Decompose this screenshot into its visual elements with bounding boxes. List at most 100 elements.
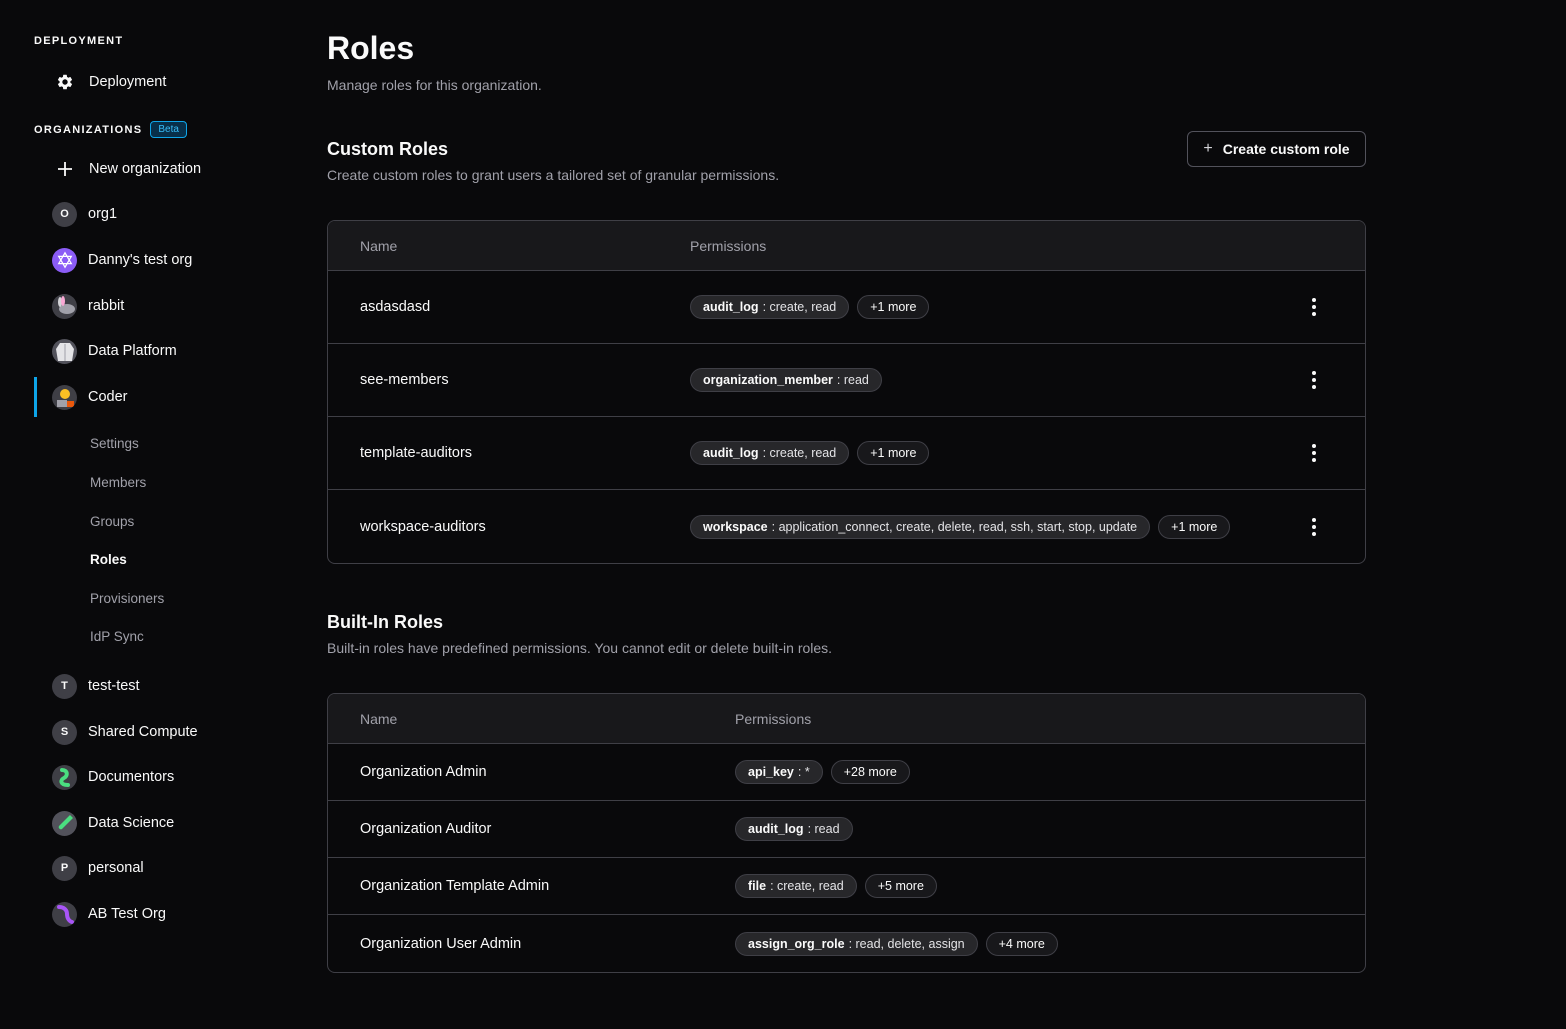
new-organization-label: New organization bbox=[89, 161, 202, 177]
plus-icon bbox=[52, 156, 78, 182]
permission-actions: : create, read bbox=[762, 300, 837, 314]
permission-actions: : read bbox=[836, 373, 869, 387]
sidebar-item-shared-compute[interactable]: S Shared Compute bbox=[34, 712, 284, 752]
sidebar-item-ab-test-org[interactable]: AB Test Org bbox=[34, 894, 284, 934]
worm-icon bbox=[52, 901, 77, 927]
permissions-cell: file: create, read +5 more bbox=[735, 874, 937, 898]
header-name: Name bbox=[360, 237, 398, 254]
org-name: Coder bbox=[88, 389, 128, 405]
permission-actions: : read bbox=[807, 822, 840, 836]
sidebar-subitem-settings[interactable]: Settings bbox=[90, 436, 139, 451]
more-permissions-pill[interactable]: +28 more bbox=[830, 760, 910, 784]
org-name: rabbit bbox=[88, 298, 125, 314]
header-name: Name bbox=[360, 710, 398, 727]
deployment-label: Deployment bbox=[89, 74, 167, 90]
org-name: Shared Compute bbox=[88, 724, 198, 740]
permission-resource: assign_org_role bbox=[748, 936, 845, 951]
new-organization-button[interactable]: New organization bbox=[34, 149, 284, 189]
role-name: Organization Admin bbox=[360, 764, 487, 780]
header-permissions: Permissions bbox=[735, 710, 812, 727]
table-row[interactable]: Organization Auditor audit_log: read bbox=[328, 801, 1365, 858]
custom-roles-description: Create custom roles to grant users a tai… bbox=[327, 167, 780, 183]
org-name: Danny's test org bbox=[88, 252, 193, 268]
builtin-roles-table: Name Permissions Organization Admin api_… bbox=[327, 693, 1366, 973]
more-permissions-pill[interactable]: +1 more bbox=[1158, 514, 1231, 539]
sidebar-item-deployment[interactable]: Deployment bbox=[34, 62, 284, 102]
table-header: Name Permissions bbox=[328, 221, 1365, 271]
create-custom-role-button[interactable]: + Create custom role bbox=[1187, 131, 1366, 167]
sidebar-subitem-members[interactable]: Members bbox=[90, 475, 146, 490]
role-name: Organization Auditor bbox=[360, 821, 492, 837]
table-row[interactable]: Organization Admin api_key: * +28 more bbox=[328, 744, 1365, 801]
lab-coat-icon bbox=[52, 338, 77, 364]
organizations-label: ORGANIZATIONS bbox=[34, 123, 143, 136]
permission-actions: : read, delete, assign bbox=[848, 936, 965, 951]
more-options-icon[interactable] bbox=[1304, 368, 1324, 392]
org-name: org1 bbox=[88, 206, 118, 222]
sidebar-item-documentors[interactable]: Documentors bbox=[34, 757, 284, 797]
more-options-icon[interactable] bbox=[1304, 295, 1324, 319]
sidebar-item-test-test[interactable]: T test-test bbox=[34, 666, 284, 706]
deployment-section-label: DEPLOYMENT bbox=[34, 35, 123, 47]
permission-resource: audit_log bbox=[748, 822, 804, 836]
more-permissions-pill[interactable]: +4 more bbox=[985, 931, 1058, 956]
table-row[interactable]: see-members organization_member: read bbox=[328, 344, 1365, 417]
permission-actions: : application_connect, create, delete, r… bbox=[771, 519, 1138, 534]
permissions-cell: audit_log: create, read +1 more bbox=[690, 441, 930, 465]
sidebar-subitem-provisioners[interactable]: Provisioners bbox=[90, 591, 164, 606]
sidebar-subitem-groups[interactable]: Groups bbox=[90, 514, 134, 529]
table-row[interactable]: Organization User Admin assign_org_role:… bbox=[328, 915, 1365, 972]
sidebar-item-coder[interactable]: Coder bbox=[34, 377, 284, 417]
create-custom-role-label: Create custom role bbox=[1222, 141, 1350, 157]
organizations-section-label: ORGANIZATIONS Beta bbox=[34, 121, 187, 138]
org-avatar: P bbox=[52, 855, 77, 881]
permission-actions: : create, read bbox=[762, 446, 837, 460]
permission-resource: api_key bbox=[748, 765, 794, 779]
permission-resource: organization_member bbox=[703, 373, 833, 387]
test-tube-icon bbox=[52, 810, 77, 836]
more-permissions-pill[interactable]: +5 more bbox=[864, 874, 937, 898]
table-header: Name Permissions bbox=[328, 694, 1365, 744]
permission-pill: audit_log: read bbox=[735, 817, 853, 841]
rabbit-icon bbox=[52, 293, 77, 319]
technologist-icon bbox=[52, 384, 77, 410]
role-name: Organization User Admin bbox=[360, 935, 522, 952]
sidebar-item-org1[interactable]: O org1 bbox=[34, 194, 284, 234]
deployment-label: DEPLOYMENT bbox=[34, 35, 124, 47]
org-name: Data Science bbox=[88, 815, 175, 831]
custom-roles-title: Custom Roles bbox=[327, 139, 449, 159]
table-row[interactable]: template-auditors audit_log: create, rea… bbox=[328, 417, 1365, 490]
sidebar-item-data-science[interactable]: Data Science bbox=[34, 803, 284, 843]
org-avatar: S bbox=[52, 719, 77, 745]
table-row[interactable]: workspace-auditors workspace: applicatio… bbox=[328, 490, 1365, 563]
permission-pill: organization_member: read bbox=[690, 368, 882, 392]
org-avatar: O bbox=[52, 201, 77, 227]
more-options-icon[interactable] bbox=[1304, 515, 1324, 539]
org-avatar: T bbox=[52, 673, 77, 699]
sidebar-item-rabbit[interactable]: rabbit bbox=[34, 286, 284, 326]
permissions-cell: assign_org_role: read, delete, assign +4… bbox=[735, 931, 1058, 956]
more-permissions-pill[interactable]: +1 more bbox=[857, 441, 930, 465]
org-name: Documentors bbox=[88, 769, 175, 785]
sidebar-item-data-platform[interactable]: Data Platform bbox=[34, 331, 284, 371]
role-name: template-auditors bbox=[360, 445, 473, 461]
permission-pill: api_key: * bbox=[735, 760, 823, 784]
permission-resource: workspace bbox=[703, 519, 768, 534]
sidebar-subitem-idp-sync[interactable]: IdP Sync bbox=[90, 629, 144, 644]
table-row[interactable]: Organization Template Admin file: create… bbox=[328, 858, 1365, 915]
sidebar-subitem-roles[interactable]: Roles bbox=[90, 552, 127, 567]
more-options-icon[interactable] bbox=[1304, 441, 1324, 465]
permissions-cell: workspace: application_connect, create, … bbox=[690, 514, 1231, 539]
sidebar-item-dannys-test-org[interactable]: Danny's test org bbox=[34, 240, 284, 280]
permissions-cell: api_key: * +28 more bbox=[735, 760, 910, 784]
sidebar-item-personal[interactable]: P personal bbox=[34, 848, 284, 888]
permission-resource: audit_log bbox=[703, 446, 759, 460]
org-name: personal bbox=[88, 860, 144, 876]
table-row[interactable]: asdasdasd audit_log: create, read +1 mor… bbox=[328, 271, 1365, 344]
role-name: workspace-auditors bbox=[360, 518, 486, 535]
more-permissions-pill[interactable]: +1 more bbox=[857, 295, 930, 319]
sidebar: DEPLOYMENT Deployment ORGANIZATIONS Beta… bbox=[0, 0, 300, 1029]
permission-pill: assign_org_role: read, delete, assign bbox=[735, 931, 978, 956]
snake-icon bbox=[52, 764, 77, 790]
star-of-david-icon bbox=[52, 247, 77, 273]
